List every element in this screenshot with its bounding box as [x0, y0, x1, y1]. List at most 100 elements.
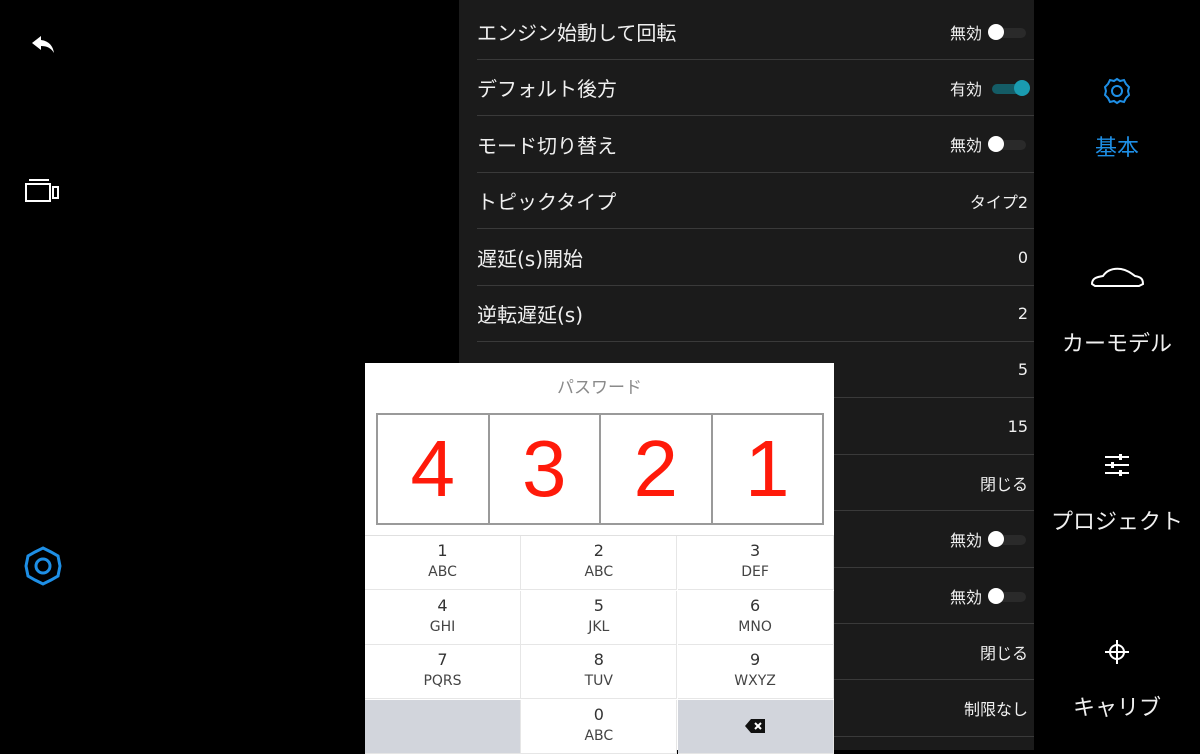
key-letters: TUV: [584, 673, 613, 689]
tab-calibration[interactable]: キャリブ: [1034, 638, 1200, 722]
setting-value-text: タイプ2: [969, 192, 1028, 212]
key-number: 5: [593, 595, 604, 615]
setting-value: 無効: [950, 584, 1028, 608]
pin-digit: 1: [745, 424, 790, 513]
key-number: 9: [750, 650, 761, 669]
password-dialog: パスワード 4 3 2 1 1 ABC 2 ABC 3 DEF 4 GHI 5 JKL 6 MNO 7 P…: [365, 363, 834, 754]
setting-label: 逆転遅延(s): [477, 303, 584, 327]
keypad-key-4[interactable]: 4 GHI: [365, 590, 521, 645]
setting-label: エンジン始動して回転: [477, 21, 677, 45]
setting-label: モード切り替え: [477, 133, 617, 158]
pin-digit: 3: [490, 415, 601, 523]
sliders-icon: [1105, 454, 1129, 476]
toggle-knob: [1014, 79, 1030, 96]
key-letters: ABC: [584, 727, 614, 744]
setting-toggle[interactable]: [988, 136, 1028, 153]
key-letters: JKL: [588, 618, 610, 635]
tab-basic[interactable]: 基本: [1034, 76, 1200, 162]
keypad-key-9[interactable]: 9 WXYZ: [677, 645, 834, 699]
setting-row[interactable]: トピックタイプ タイプ2: [477, 173, 1034, 230]
keypad-key-8[interactable]: 8 TUV: [521, 645, 678, 699]
tab-calibration-label: キャリブ: [1072, 696, 1161, 721]
setting-value: 15: [1008, 417, 1028, 436]
toggle-knob: [988, 23, 1004, 40]
keypad-key-6[interactable]: 6 MNO: [677, 590, 834, 645]
key-number: 7: [437, 650, 448, 669]
setting-value: 2: [1018, 304, 1028, 323]
setting-value: 制限なし: [964, 696, 1028, 720]
setting-value: 0: [1018, 248, 1028, 267]
camera-button[interactable]: [20, 168, 66, 214]
blank-key: [365, 699, 521, 754]
key-letters: ABC: [584, 564, 614, 580]
key-number: 4: [437, 595, 448, 615]
back-button[interactable]: [20, 22, 66, 68]
setting-value: 無効: [950, 20, 1028, 44]
keypad-key-3[interactable]: 3 DEF: [677, 536, 834, 590]
key-number: 1: [437, 541, 448, 560]
keypad-key-1[interactable]: 1 ABC: [365, 536, 521, 590]
setting-row[interactable]: デフォルト後方 有効: [477, 60, 1034, 117]
camera-video-icon: [25, 179, 59, 202]
backspace-key[interactable]: [677, 699, 834, 754]
dialog-title: パスワード: [557, 378, 642, 398]
setting-value-text: 無効: [949, 23, 982, 43]
pin-display: 4 3 2 1: [376, 413, 824, 525]
key-number: 2: [593, 541, 604, 560]
key-number: 6: [750, 595, 761, 615]
car-icon: [1090, 267, 1145, 287]
toggle-knob: [988, 531, 1004, 548]
key-number: 8: [593, 650, 604, 669]
key-letters: PQRS: [423, 673, 462, 689]
setting-value: 閉じる: [980, 640, 1028, 664]
setting-value: 閉じる: [980, 471, 1028, 495]
backspace-icon: [745, 719, 766, 733]
setting-label: 遅延(s)開始: [477, 246, 584, 271]
setting-value-text: 無効: [949, 531, 982, 551]
setting-value-text: 2: [1017, 304, 1028, 323]
setting-label: デフォルト後方: [477, 77, 617, 102]
key-number: 0: [593, 704, 604, 724]
pin-digit: 4: [378, 415, 490, 523]
settings-button[interactable]: [20, 543, 66, 589]
setting-value-text: 閉じる: [979, 474, 1028, 494]
tab-car-model[interactable]: カーモデル: [1034, 264, 1200, 358]
setting-row[interactable]: 遅延(s)開始 0: [477, 230, 1034, 286]
setting-value-text: 閉じる: [979, 643, 1028, 663]
key-letters: GHI: [429, 618, 456, 635]
setting-toggle[interactable]: [988, 587, 1028, 604]
setting-row[interactable]: モード切り替え 無効: [477, 117, 1034, 173]
tab-project[interactable]: プロジェクト: [1034, 450, 1200, 536]
setting-value-text: 0: [1017, 247, 1028, 267]
setting-value-text: 制限なし: [963, 700, 1028, 720]
tab-car-model-label: カーモデル: [1061, 332, 1172, 357]
setting-value: 有効: [949, 76, 1030, 100]
setting-label: トピックタイプ: [477, 190, 617, 215]
keypad-key-7[interactable]: 7 PQRS: [365, 645, 521, 699]
setting-toggle[interactable]: [988, 23, 1028, 40]
setting-row[interactable]: エンジン始動して回転 無効: [477, 4, 1034, 60]
key-letters: DEF: [741, 564, 769, 580]
setting-value: タイプ2: [970, 189, 1028, 213]
keypad-key-5[interactable]: 5 JKL: [521, 590, 678, 645]
setting-toggle[interactable]: [988, 531, 1028, 548]
left-nav: [0, 0, 90, 750]
setting-value-text: 有効: [949, 79, 982, 99]
setting-row[interactable]: 逆転遅延(s) 2: [477, 286, 1034, 342]
back-arrow-icon: [32, 36, 54, 53]
key-letters: WXYZ: [734, 673, 776, 689]
keypad-key-2[interactable]: 2 ABC: [521, 536, 678, 590]
setting-toggle[interactable]: [988, 79, 1030, 96]
key-number: 3: [750, 541, 761, 560]
right-nav: 基本 カーモデル プロジェクト キャリブ: [1034, 0, 1200, 750]
setting-value-text: 5: [1017, 360, 1028, 380]
setting-value-text: 無効: [949, 136, 982, 156]
toggle-knob: [988, 587, 1004, 604]
setting-value: 5: [1018, 360, 1028, 379]
gear-icon: [1103, 77, 1131, 105]
keypad-key-0[interactable]: 0 ABC: [521, 699, 678, 754]
tab-project-label: プロジェクト: [1050, 510, 1183, 535]
pin-digit: 2: [601, 415, 713, 523]
setting-value: 無効: [950, 132, 1028, 156]
setting-value-text: 15: [1007, 416, 1028, 436]
